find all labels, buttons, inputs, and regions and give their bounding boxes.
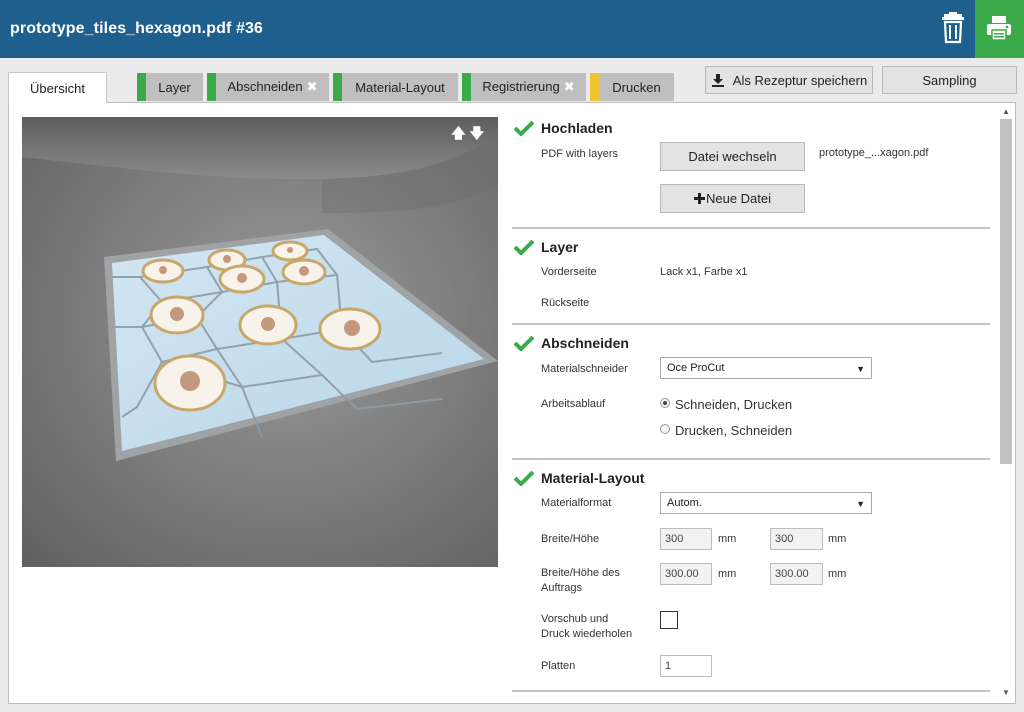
upload-label: PDF with layers (541, 148, 619, 160)
status-marker (137, 73, 146, 101)
status-marker (590, 73, 599, 101)
download-icon (711, 74, 724, 87)
caret-down-icon: ▼ (856, 364, 865, 374)
scroll-up-icon[interactable]: ▲ (1002, 107, 1010, 116)
format-label: Materialformat (541, 497, 612, 509)
cutter-label: Materialschneider (541, 363, 628, 375)
check-icon (514, 239, 534, 255)
tab-label: Layer (158, 79, 191, 95)
workflow-option-label: Schneiden, Drucken (675, 397, 793, 412)
tab-label: Abschneiden (227, 79, 303, 94)
close-x-icon: ✖ (306, 79, 318, 94)
plates-field[interactable]: 1 (660, 655, 712, 677)
tab-registrierung[interactable]: Registrierung ✖ (462, 73, 586, 101)
size-label: Breite/Höhe (541, 533, 600, 545)
tab-abschneiden[interactable]: Abschneiden ✖ (207, 73, 329, 101)
job-size-label-line2: Auftrags (541, 582, 582, 594)
section-divider (512, 458, 990, 460)
repeat-label: Vorschub und Druck wiederholen (541, 612, 632, 642)
caret-down-icon: ▼ (856, 499, 865, 509)
tab-label: Übersicht (30, 81, 85, 96)
printer-icon (987, 16, 1011, 41)
cutter-value: Oce ProCut (667, 362, 725, 374)
tab-overview[interactable]: Übersicht (8, 72, 107, 103)
section-title-layout: Material-Layout (541, 470, 645, 486)
unit-label: mm (828, 533, 847, 545)
print-button[interactable] (975, 0, 1024, 58)
check-icon (514, 120, 534, 136)
section-divider (512, 227, 990, 229)
new-file-label: Neue Datei (705, 191, 772, 206)
tab-material-layout[interactable]: Material-Layout (333, 73, 458, 101)
tab-label: Drucken (612, 79, 661, 95)
section-title-upload: Hochladen (541, 120, 613, 136)
format-select[interactable]: Autom. ▼ (660, 492, 872, 514)
sampling-label: Sampling (922, 72, 977, 88)
section-title-cut: Abschneiden (541, 335, 629, 351)
3d-preview[interactable]: 🡅🡇 (22, 117, 498, 567)
filename-value: prototype_...xagon.pdf (819, 147, 929, 159)
section-title-layer: Layer (541, 239, 579, 255)
unit-label: mm (718, 568, 737, 580)
unit-label: mm (828, 568, 847, 580)
trash-icon[interactable] (938, 12, 968, 46)
rotate-arrows-icon[interactable]: 🡅🡇 (451, 123, 488, 147)
check-icon (514, 335, 534, 351)
workflow-radio-print-cut[interactable] (660, 424, 670, 434)
repeat-label-line2: Druck wiederholen (541, 628, 633, 640)
tab-label: Registrierung (482, 79, 560, 94)
width-field[interactable]: 300 (660, 528, 712, 550)
job-size-label-line1: Breite/Höhe des (541, 567, 620, 579)
front-label: Vorderseite (541, 266, 597, 278)
repeat-label-line1: Vorschub und (541, 613, 609, 625)
scroll-down-icon[interactable]: ▼ (1002, 688, 1010, 697)
tab-label: Material-Layout (355, 79, 445, 95)
plus-icon (693, 193, 705, 204)
save-recipe-label: Als Rezeptur speichern (732, 72, 868, 88)
format-value: Autom. (667, 497, 702, 509)
section-divider (512, 690, 990, 692)
job-width-field[interactable]: 300.00 (660, 563, 712, 585)
sampling-button[interactable]: Sampling (882, 66, 1017, 94)
tab-drucken[interactable]: Drucken (590, 73, 674, 101)
document-title: prototype_tiles_hexagon.pdf #36 (10, 20, 263, 37)
preview-render (22, 117, 498, 567)
repeat-checkbox[interactable] (660, 611, 678, 629)
scrollbar-thumb[interactable] (1000, 119, 1012, 464)
title-bar: prototype_tiles_hexagon.pdf #36 (0, 0, 1024, 58)
front-value: Lack x1, Farbe x1 (660, 266, 748, 278)
height-field[interactable]: 300 (770, 528, 823, 550)
change-file-button[interactable]: Datei wechseln (660, 142, 805, 171)
job-size-label: Breite/Höhe des Auftrags (541, 566, 620, 596)
save-recipe-button[interactable]: Als Rezeptur speichern (705, 66, 873, 94)
status-marker (207, 73, 216, 101)
tab-layer[interactable]: Layer (137, 73, 203, 101)
cutter-select[interactable]: Oce ProCut ▼ (660, 357, 872, 379)
job-height-field[interactable]: 300.00 (770, 563, 823, 585)
back-label: Rückseite (541, 297, 590, 309)
plates-label: Platten (541, 660, 576, 672)
workflow-option-label: Drucken, Schneiden (675, 423, 793, 438)
unit-label: mm (718, 533, 737, 545)
status-marker (462, 73, 471, 101)
workflow-label: Arbeitsablauf (541, 398, 606, 410)
new-file-button[interactable]: Neue Datei (660, 184, 805, 213)
check-icon (514, 470, 534, 486)
workflow-radio-cut-print[interactable] (660, 398, 670, 408)
close-x-icon: ✖ (563, 79, 575, 94)
change-file-label: Datei wechseln (688, 149, 777, 164)
status-marker (333, 73, 342, 101)
section-divider (512, 323, 990, 325)
